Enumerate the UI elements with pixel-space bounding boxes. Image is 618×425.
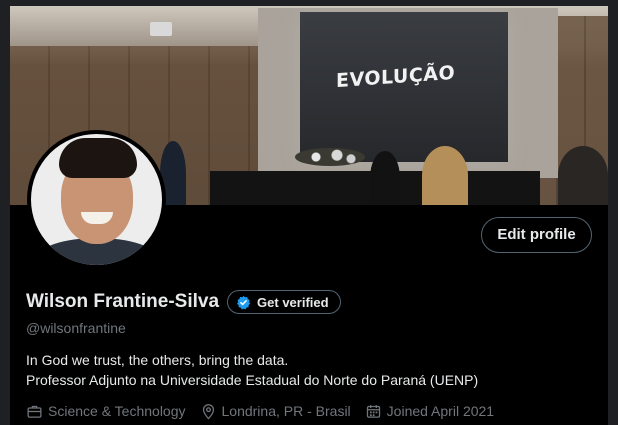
banner-projector — [150, 22, 172, 36]
joined-label: Joined April 2021 — [386, 403, 495, 419]
profile-page: EVOLUÇÃO Edit profile Wilson Frantine-Si… — [10, 6, 608, 425]
profile-display-name: Wilson Frantine-Silva — [26, 291, 220, 312]
bio-line: In God we trust, the others, bring the d… — [26, 352, 289, 368]
profile-handle: @wilsonfrantine — [26, 320, 126, 336]
profile-joined-date: Joined April 2021 — [365, 403, 494, 420]
location-pin-icon — [202, 403, 214, 419]
edit-profile-button[interactable]: Edit profile — [481, 217, 592, 253]
profile-category: Science & Technology — [26, 403, 186, 420]
banner-screen-text: EVOLUÇÃO — [336, 61, 456, 93]
banner-flowers — [295, 148, 365, 166]
banner-projection-screen: EVOLUÇÃO — [300, 12, 508, 162]
banner-person — [370, 151, 400, 205]
briefcase-icon — [27, 405, 42, 418]
avatar-photo — [31, 134, 162, 265]
category-label: Science & Technology — [48, 403, 186, 419]
avatar-hair — [59, 138, 137, 178]
profile-meta-row: Science & Technology Londrina, PR - Bras… — [26, 401, 508, 421]
profile-bio: In God we trust, the others, bring the d… — [26, 350, 478, 390]
verified-badge-icon — [237, 295, 251, 309]
calendar-icon — [366, 404, 380, 418]
bio-line: Professor Adjunto na Universidade Estadu… — [26, 372, 479, 388]
location-label: Londrina, PR - Brasil — [221, 403, 351, 419]
banner-person — [422, 146, 468, 205]
get-verified-label: Get verified — [257, 294, 329, 310]
profile-avatar[interactable] — [27, 130, 166, 269]
profile-location: Londrina, PR - Brasil — [200, 403, 351, 420]
profile-name-row: Wilson Frantine-Silva Get verified — [26, 289, 341, 315]
banner-person — [558, 146, 608, 205]
get-verified-button[interactable]: Get verified — [227, 290, 341, 314]
